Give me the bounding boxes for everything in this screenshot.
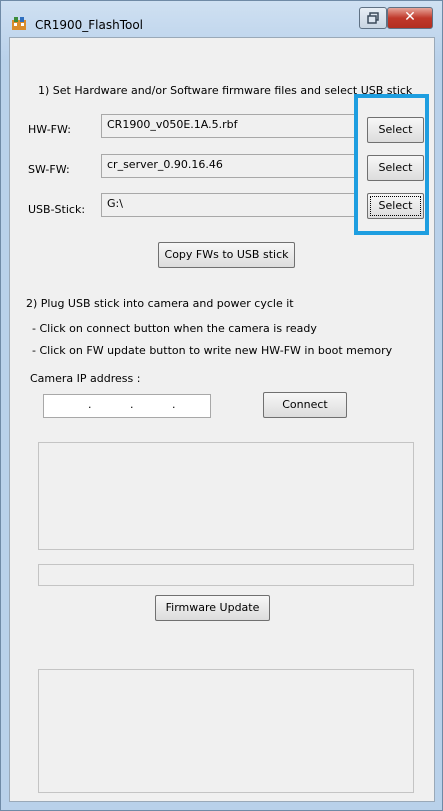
restore-button[interactable] xyxy=(359,7,387,29)
log-panel-bottom xyxy=(38,669,414,793)
camera-ip-input[interactable]: . . . xyxy=(43,394,211,418)
app-icon xyxy=(11,15,27,31)
select-buttons-highlight xyxy=(354,94,429,235)
firmware-update-button[interactable]: Firmware Update xyxy=(155,595,270,621)
ip-dot-1: . xyxy=(88,398,92,411)
restore-icon xyxy=(360,12,386,31)
window-title: CR1900_FlashTool xyxy=(35,18,144,32)
swfw-field[interactable]: cr_server_0.90.16.46 xyxy=(101,154,357,178)
usb-field[interactable]: G:\ xyxy=(101,193,357,217)
section2-note-connect: - Click on connect button when the camer… xyxy=(32,322,317,335)
title-bar[interactable]: CR1900_FlashTool ✕ xyxy=(1,1,442,37)
hwfw-field[interactable]: CR1900_v050E.1A.5.rbf xyxy=(101,114,357,138)
close-icon: ✕ xyxy=(404,9,416,25)
copy-fws-button[interactable]: Copy FWs to USB stick xyxy=(158,242,295,268)
ip-dot-3: . xyxy=(172,398,176,411)
close-button[interactable]: ✕ xyxy=(387,7,433,29)
progress-bar xyxy=(38,564,414,586)
swfw-label: SW-FW: xyxy=(28,163,70,176)
camera-ip-label: Camera IP address : xyxy=(30,372,141,385)
usb-label: USB-Stick: xyxy=(28,203,86,216)
section2-heading: 2) Plug USB stick into camera and power … xyxy=(26,297,294,310)
hwfw-label: HW-FW: xyxy=(28,123,71,136)
ip-dot-2: . xyxy=(130,398,134,411)
section2-note-fw: - Click on FW update button to write new… xyxy=(32,344,393,357)
connect-button[interactable]: Connect xyxy=(263,392,347,418)
log-panel-top xyxy=(38,442,414,550)
app-window: CR1900_FlashTool ✕ 1) Set Hardware and/o… xyxy=(0,0,443,811)
